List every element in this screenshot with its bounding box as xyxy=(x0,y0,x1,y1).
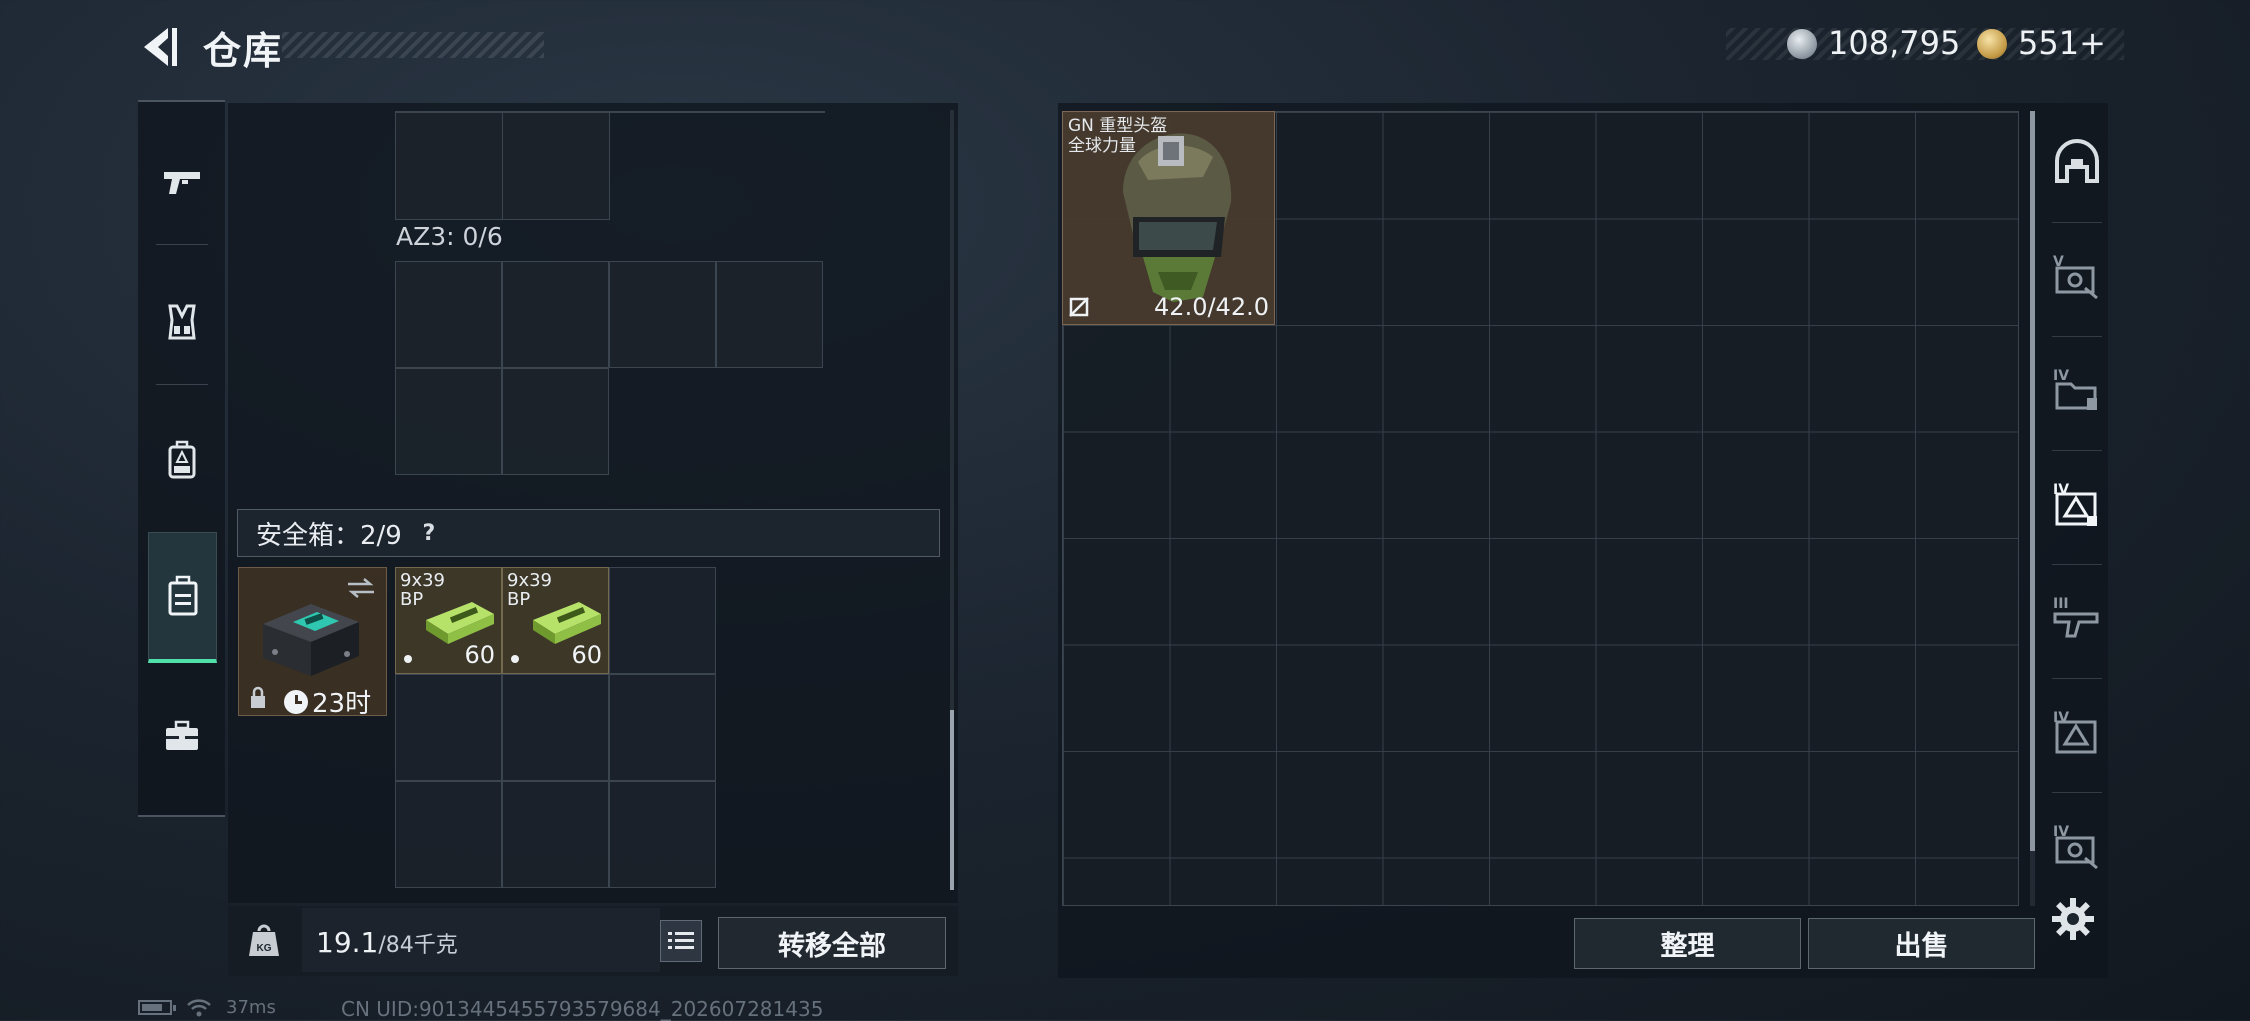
title-decoration xyxy=(282,32,544,58)
tab-stash-iv[interactable]: IV xyxy=(2042,345,2112,435)
stash-iv-icon: IV xyxy=(2053,368,2097,410)
sell-button[interactable]: 出售 xyxy=(1808,918,2035,969)
helmet-item[interactable]: GN 重型头盔 全球力量 42.0/42.0 xyxy=(1062,111,1275,325)
safe-box-header: 安全箱：2/9 ? xyxy=(237,509,940,557)
ping-text: 37ms xyxy=(226,997,276,1018)
grid-cell[interactable] xyxy=(609,781,716,888)
grid-cell[interactable] xyxy=(609,674,716,781)
help-icon[interactable]: ? xyxy=(414,518,444,548)
az3-label: AZ3: 0/6 xyxy=(396,222,503,251)
ammo-count: 60 xyxy=(571,641,602,669)
ammo-caliber: 9x39 BP xyxy=(507,570,553,610)
wifi-icon xyxy=(187,998,211,1016)
stash-iv-2-icon: IV xyxy=(2053,710,2097,754)
grid-cell[interactable] xyxy=(395,368,502,475)
ammo-count: 60 xyxy=(464,641,495,669)
grid-cell[interactable] xyxy=(395,261,502,368)
gold-coin-icon xyxy=(1977,29,2007,59)
list-view-button[interactable] xyxy=(660,920,702,962)
safe-box-image xyxy=(263,604,359,676)
ammo-caliber: 9x39 BP xyxy=(400,570,446,610)
grid-cell[interactable] xyxy=(502,261,609,368)
tab-stash-iii[interactable]: III xyxy=(2042,573,2112,663)
grid-cell[interactable] xyxy=(609,567,716,674)
battery-icon xyxy=(138,1000,176,1015)
weight-max: /84千克 xyxy=(378,933,458,958)
left-scrollbar-thumb[interactable] xyxy=(950,710,954,890)
lock-icon xyxy=(251,686,265,708)
safe-box-timer: 23时 xyxy=(284,683,372,716)
equipment-nav xyxy=(138,100,225,817)
settings-gear-icon[interactable] xyxy=(2050,896,2096,942)
stash-iv-3-icon: IV xyxy=(2053,824,2098,870)
ammo-dot-icon xyxy=(404,655,412,663)
stash-iii-icon: III xyxy=(2053,596,2099,638)
sort-button[interactable]: 整理 xyxy=(1574,918,1801,969)
tab-stash-iv-2[interactable]: IV xyxy=(2042,687,2112,777)
svg-text:IV: IV xyxy=(2053,482,2069,498)
svg-text:KG: KG xyxy=(257,943,272,954)
safe-box-item[interactable]: 23时 xyxy=(238,567,387,716)
grid-cell[interactable] xyxy=(395,781,502,888)
ammo-dot-icon xyxy=(511,655,519,663)
no-repair-icon xyxy=(1069,297,1089,317)
grid-cell[interactable] xyxy=(502,368,609,475)
nav-armor[interactable] xyxy=(138,262,225,382)
nav-safe-box[interactable] xyxy=(148,532,217,663)
timer-text: 23时 xyxy=(312,689,372,716)
safe-box-title: 安全箱：2/9 xyxy=(256,520,402,551)
grid-cell[interactable] xyxy=(395,674,502,781)
gold-amount-value: 551 xyxy=(2018,24,2080,62)
page-title: 仓库 xyxy=(203,29,284,73)
helmet-slot-icon xyxy=(2055,139,2099,183)
swap-icon[interactable] xyxy=(346,576,376,600)
transfer-all-button[interactable]: 转移全部 xyxy=(718,917,946,969)
toolbox-icon xyxy=(165,720,198,750)
helmet-name: GN 重型头盔 全球力量 xyxy=(1068,116,1168,156)
grid-cell[interactable] xyxy=(716,261,823,368)
nav-weapon[interactable] xyxy=(138,122,225,242)
grid-cell[interactable] xyxy=(395,111,503,220)
backpack-icon xyxy=(168,440,195,479)
weight-current: 19.1 xyxy=(316,926,379,959)
silver-amount: 108,795 xyxy=(1828,24,1961,62)
nav-toolbox[interactable] xyxy=(138,676,225,796)
back-arrow-icon[interactable] xyxy=(136,24,182,70)
stash-iv-active-icon: IV xyxy=(2053,482,2097,526)
grid-cell[interactable] xyxy=(609,261,716,368)
tab-stash-iv-3[interactable]: IV xyxy=(2042,801,2112,891)
gold-plus[interactable]: + xyxy=(2079,24,2106,62)
weight-text: 19.1/84千克 xyxy=(316,926,458,959)
svg-text:IV: IV xyxy=(2053,710,2069,726)
grid-cell[interactable] xyxy=(502,674,609,781)
ammo-item[interactable]: 9x39 BP 60 xyxy=(395,567,502,674)
weight-kg-icon: KG xyxy=(249,924,279,956)
uid-text: CN UID:9013445455793579684_202607281435 xyxy=(341,997,824,1021)
status-bar: 37ms xyxy=(138,997,276,1018)
clock-icon xyxy=(284,689,308,714)
grid-cell[interactable] xyxy=(502,781,609,888)
pistol-icon xyxy=(163,172,200,194)
stash-scrollbar-thumb[interactable] xyxy=(2030,111,2035,851)
list-icon xyxy=(668,932,694,949)
grid-edge xyxy=(395,111,825,113)
nav-backpack[interactable] xyxy=(138,400,225,520)
silver-coin-icon xyxy=(1787,29,1817,59)
svg-text:III: III xyxy=(2053,596,2069,612)
tab-helmet-slot[interactable] xyxy=(2042,118,2112,208)
ammo-item[interactable]: 9x39 BP 60 xyxy=(502,567,609,674)
stash-tabs: V IV IV III IV IV xyxy=(2042,118,2112,888)
vest-icon xyxy=(167,304,196,340)
tab-stash-iv-active[interactable]: IV xyxy=(2042,459,2112,549)
helmet-durability: 42.0/42.0 xyxy=(1154,293,1269,321)
gold-amount[interactable]: 551+ xyxy=(2018,24,2106,62)
stash-v-icon: V xyxy=(2053,254,2098,300)
safe-box-icon xyxy=(168,575,197,616)
tab-stash-v[interactable]: V xyxy=(2042,231,2112,321)
svg-text:IV: IV xyxy=(2053,368,2069,384)
grid-cell[interactable] xyxy=(502,111,610,220)
